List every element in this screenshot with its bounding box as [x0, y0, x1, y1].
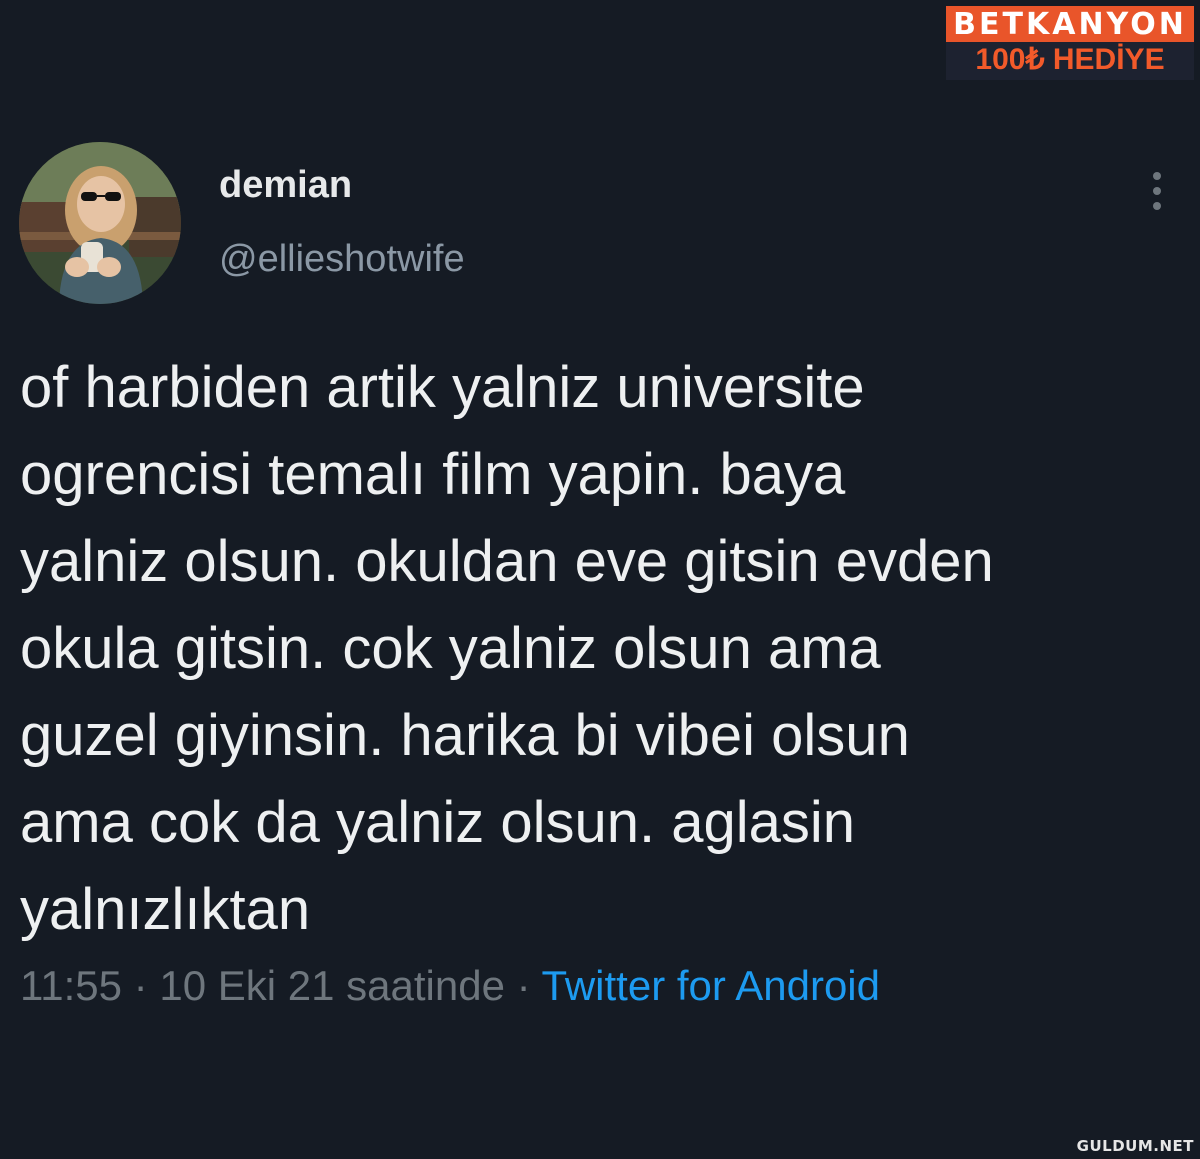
tweet-date[interactable]: 10 Eki 21 saatinde: [159, 962, 505, 1009]
tweet-time[interactable]: 11:55: [20, 962, 122, 1009]
promo-banner[interactable]: BETKANYON 100₺ HEDİYE: [946, 6, 1194, 80]
avatar[interactable]: [19, 142, 181, 304]
tweet-meta: 11:55 · 10 Eki 21 saatinde · Twitter for…: [20, 962, 880, 1010]
promo-offer-label: 100₺ HEDİYE: [975, 43, 1165, 76]
more-vertical-icon[interactable]: [1146, 170, 1168, 212]
watermark: GULDUM.NET: [1076, 1137, 1194, 1155]
display-name[interactable]: demian: [219, 164, 352, 207]
meta-separator: ·: [516, 962, 531, 1009]
tweet-source-link[interactable]: Twitter for Android: [542, 962, 880, 1009]
meta-separator: ·: [133, 962, 148, 1009]
tweet-text: of harbiden artik yalniz universite ogre…: [20, 355, 994, 942]
user-handle[interactable]: @ellieshotwife: [219, 238, 465, 281]
profile-photo-icon: [19, 142, 181, 304]
promo-brand-label: BETKANYON: [946, 6, 1194, 42]
